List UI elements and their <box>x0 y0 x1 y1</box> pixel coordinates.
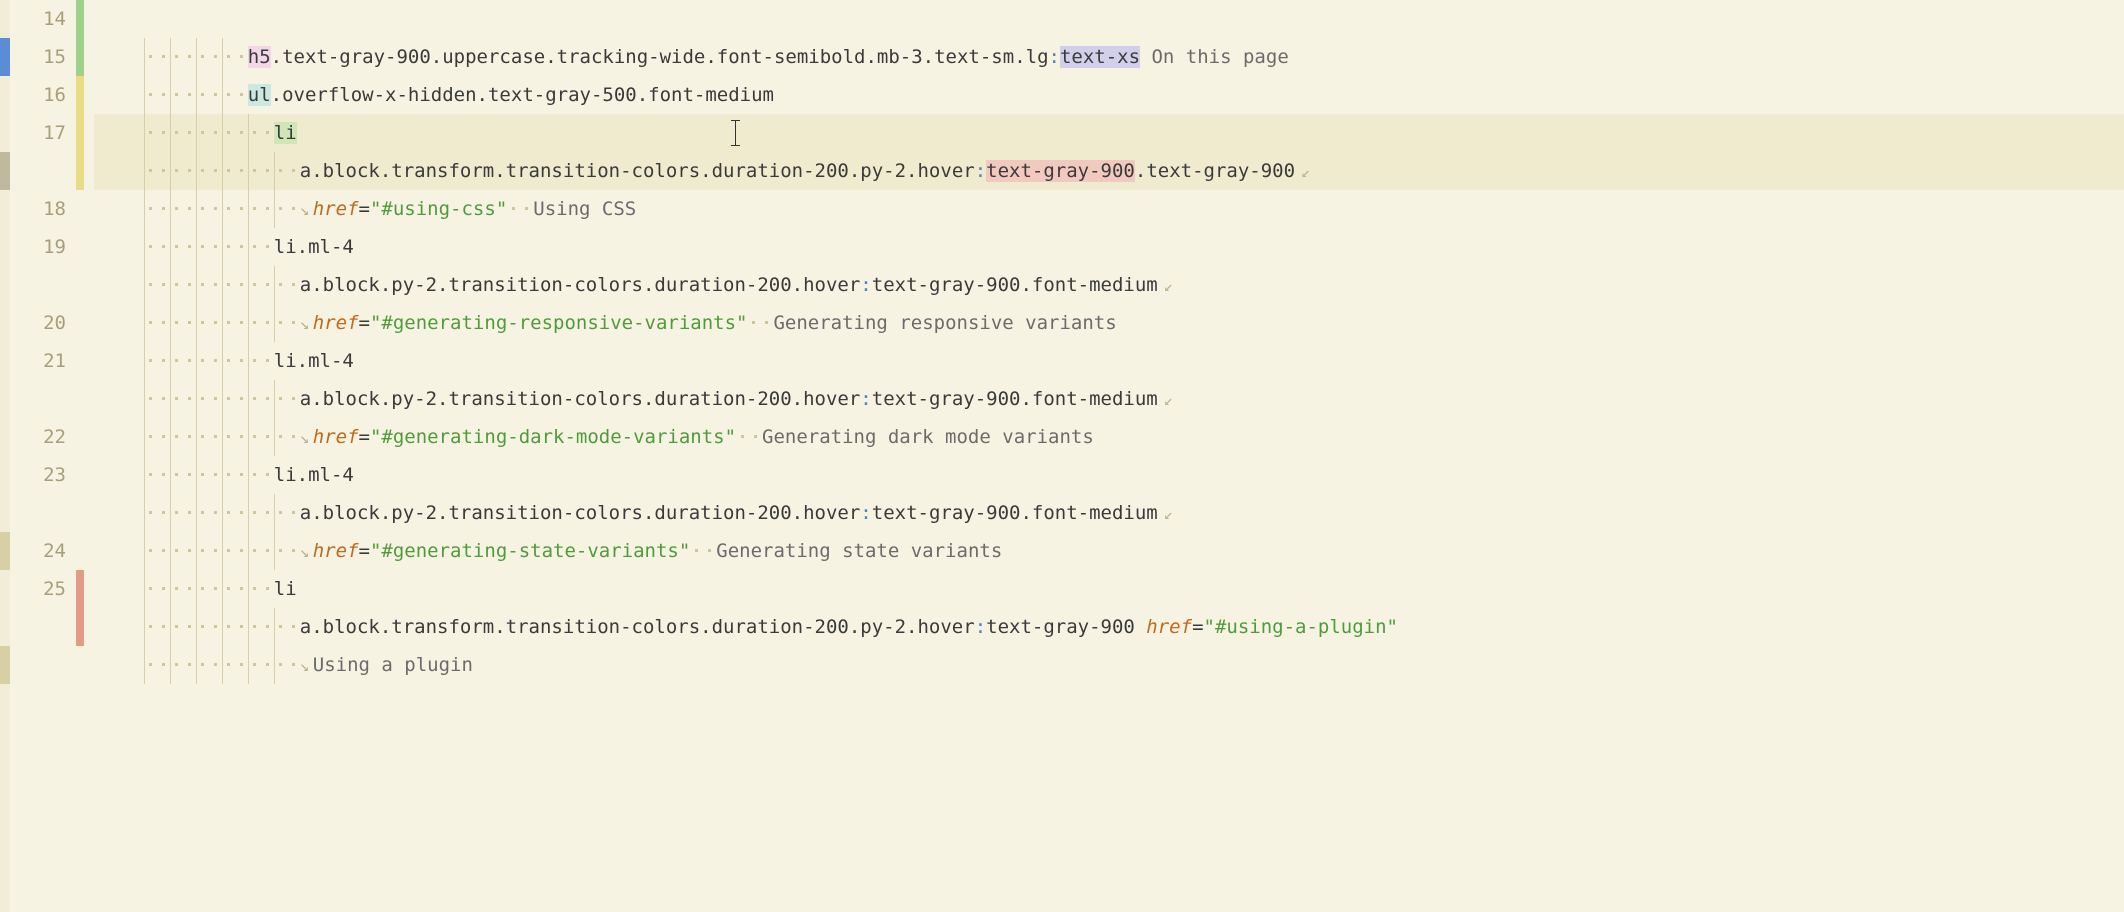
code-line[interactable]: a.block.transform.transition-colors.dura… <box>94 570 2124 608</box>
line-number: 25 <box>10 570 66 608</box>
code-line-wrap[interactable]: ↘Using a plugin <box>94 608 2124 646</box>
line-number-gutter[interactable]: 14151617 1819 2021 2223 2425 <box>10 0 76 912</box>
code-line[interactable]: li.ml-4 <box>94 418 2124 456</box>
code-line[interactable]: a.block.py-2.transition-colors.duration-… <box>94 456 2124 494</box>
line-number: 18 <box>10 190 66 228</box>
marks-column <box>0 0 10 912</box>
line-number: 24 <box>10 532 66 570</box>
code-line-wrap[interactable]: ↘href="#generating-responsive-variants"G… <box>94 266 2124 304</box>
code-line-wrap[interactable]: ↘href="#using-css"Using CSS <box>94 152 2124 190</box>
code-line[interactable]: li.ml-4 <box>94 304 2124 342</box>
line-number: 21 <box>10 342 66 380</box>
code-line-wrap[interactable]: ↘href="#generating-dark-mode-variants"Ge… <box>94 380 2124 418</box>
code-line[interactable]: li <box>94 76 2124 114</box>
code-line[interactable]: li.ml-4 <box>94 190 2124 228</box>
change-bar <box>76 0 84 912</box>
line-number: 20 <box>10 304 66 342</box>
code-line[interactable]: a.block.transform.transition-colors.dura… <box>94 114 2124 152</box>
line-number: 17 <box>10 114 66 152</box>
code-line[interactable]: h5.text-gray-900.uppercase.tracking-wide… <box>94 0 2124 38</box>
line-number: 22 <box>10 418 66 456</box>
code-line-wrap[interactable]: ↘href="#generating-state-variants"Genera… <box>94 494 2124 532</box>
pug-text: Using a plugin <box>313 654 473 676</box>
line-number: 23 <box>10 456 66 494</box>
soft-wrap-arrow-icon: ↘ <box>300 647 313 685</box>
line-number: 19 <box>10 228 66 266</box>
code-line[interactable]: a.block.py-2.transition-colors.duration-… <box>94 228 2124 266</box>
line-number: 16 <box>10 76 66 114</box>
code-editor[interactable]: h5.text-gray-900.uppercase.tracking-wide… <box>94 0 2124 912</box>
line-number: 15 <box>10 38 66 76</box>
code-line[interactable]: li <box>94 532 2124 570</box>
code-line[interactable]: ul.overflow-x-hidden.text-gray-500.font-… <box>94 38 2124 76</box>
code-line[interactable]: a.block.py-2.transition-colors.duration-… <box>94 342 2124 380</box>
line-number: 14 <box>10 0 66 38</box>
text-cursor <box>735 120 736 146</box>
